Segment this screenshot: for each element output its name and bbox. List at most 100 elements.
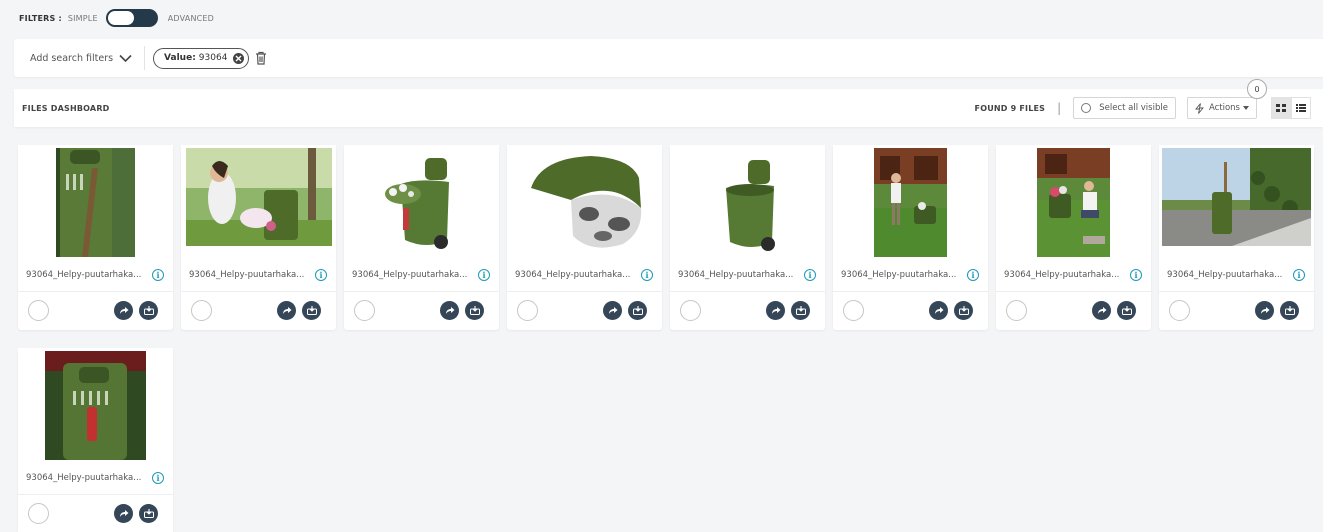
info-icon[interactable]: i <box>804 269 816 281</box>
download-icon[interactable] <box>139 301 158 320</box>
download-icon[interactable] <box>628 301 647 320</box>
info-icon[interactable]: i <box>478 269 490 281</box>
info-icon[interactable]: i <box>1293 269 1305 281</box>
file-thumbnail[interactable] <box>344 145 499 258</box>
advanced-option[interactable]: ADVANCED <box>168 14 214 23</box>
add-search-filters-button[interactable]: Add search filters <box>14 46 146 70</box>
card-footer <box>996 292 1151 330</box>
file-thumbnail[interactable] <box>181 145 336 258</box>
file-name-text: 93064_Helpy-puutarhaka... <box>189 269 305 280</box>
card-footer <box>344 292 499 330</box>
file-thumbnail[interactable] <box>833 145 988 258</box>
separator: | <box>1057 101 1062 115</box>
file-name[interactable]: 93064_Helpy-puutarhaka... i <box>670 258 825 292</box>
download-icon[interactable] <box>791 301 810 320</box>
share-icon[interactable] <box>603 301 622 320</box>
file-card[interactable]: 93064_Helpy-puutarhaka... i <box>18 145 173 330</box>
info-icon[interactable]: i <box>1130 269 1142 281</box>
toggle-knob <box>107 11 134 25</box>
dashboard-title: FILES DASHBOARD <box>22 103 110 113</box>
select-file-checkbox[interactable] <box>191 300 212 321</box>
file-card[interactable]: 93064_Helpy-puutarhaka... i <box>181 145 336 330</box>
chevron-down-icon <box>119 54 132 62</box>
view-toggle <box>1271 97 1311 119</box>
actions-button[interactable]: Actions <box>1186 97 1257 119</box>
share-icon[interactable] <box>114 504 133 523</box>
file-name[interactable]: 93064_Helpy-puutarhaka... i <box>996 258 1151 292</box>
file-card[interactable]: 93064_Helpy-puutarhaka... i <box>1159 145 1314 330</box>
download-icon[interactable] <box>954 301 973 320</box>
file-thumbnail[interactable] <box>507 145 662 258</box>
share-icon[interactable] <box>929 301 948 320</box>
share-icon[interactable] <box>440 301 459 320</box>
share-icon[interactable] <box>1255 301 1274 320</box>
cart-with-flowers-photo <box>377 148 467 254</box>
file-thumbnail[interactable] <box>996 145 1151 258</box>
filter-mode-toggle[interactable] <box>105 9 158 27</box>
select-file-checkbox[interactable] <box>517 300 538 321</box>
caret-down-icon <box>1243 106 1249 110</box>
file-name-text: 93064_Helpy-puutarhaka... <box>26 472 142 483</box>
select-file-checkbox[interactable] <box>843 300 864 321</box>
file-name[interactable]: 93064_Helpy-puutarhaka... i <box>181 258 336 292</box>
file-card[interactable]: 93064_Helpy-puutarhaka... i <box>670 145 825 330</box>
select-file-checkbox[interactable] <box>354 300 375 321</box>
file-name-text: 93064_Helpy-puutarhaka... <box>841 269 957 280</box>
file-name-text: 93064_Helpy-puutarhaka... <box>1167 269 1283 280</box>
select-file-checkbox[interactable] <box>1169 300 1190 321</box>
simple-option[interactable]: SIMPLE <box>68 14 98 23</box>
file-name[interactable]: 93064_Helpy-puutarhaka... i <box>833 258 988 292</box>
file-name[interactable]: 93064_Helpy-puutarhaka... i <box>18 258 173 292</box>
card-footer <box>18 495 173 532</box>
cart-product-photo <box>704 148 790 254</box>
share-icon[interactable] <box>766 301 785 320</box>
select-file-checkbox[interactable] <box>1006 300 1027 321</box>
list-icon <box>1296 104 1306 112</box>
card-footer <box>833 292 988 330</box>
actions-count-badge: 0 <box>1247 79 1267 99</box>
dashboard-tools: FOUND 9 FILES | Select all visible Actio… <box>975 79 1323 119</box>
share-icon[interactable] <box>277 301 296 320</box>
file-card[interactable]: 93064_Helpy-puutarhaka... i <box>344 145 499 330</box>
share-icon[interactable] <box>1092 301 1111 320</box>
list-view-button[interactable] <box>1291 97 1311 119</box>
info-icon[interactable]: i <box>315 269 327 281</box>
remove-chip-icon[interactable] <box>233 52 245 64</box>
file-thumbnail[interactable] <box>18 348 173 461</box>
card-footer <box>18 292 173 330</box>
download-icon[interactable] <box>302 301 321 320</box>
file-name[interactable]: 93064_Helpy-puutarhaka... i <box>18 461 173 495</box>
file-name[interactable]: 93064_Helpy-puutarhaka... i <box>344 258 499 292</box>
info-icon[interactable]: i <box>641 269 653 281</box>
file-card[interactable]: 93064_Helpy-puutarhaka... i <box>996 145 1151 330</box>
download-icon[interactable] <box>1280 301 1299 320</box>
file-card[interactable]: 93064_Helpy-puutarhaka... i <box>18 348 173 532</box>
select-all-visible-button[interactable]: Select all visible <box>1073 97 1176 119</box>
download-icon[interactable] <box>1117 301 1136 320</box>
file-name-text: 93064_Helpy-puutarhaka... <box>515 269 631 280</box>
select-file-checkbox[interactable] <box>28 300 49 321</box>
cart-top-view-photo <box>511 148 658 254</box>
info-icon[interactable]: i <box>152 269 164 281</box>
cart-closeup-photo <box>56 148 135 257</box>
grid-view-button[interactable] <box>1271 97 1291 119</box>
file-name[interactable]: 93064_Helpy-puutarhaka... i <box>1159 258 1314 292</box>
select-file-checkbox[interactable] <box>28 503 49 524</box>
info-icon[interactable]: i <box>152 472 164 484</box>
file-thumbnail[interactable] <box>18 145 173 258</box>
value-filter-chip[interactable]: Value: 93064 <box>153 47 250 69</box>
select-file-checkbox[interactable] <box>680 300 701 321</box>
file-card[interactable]: 93064_Helpy-puutarhaka... i <box>507 145 662 330</box>
file-card[interactable]: 93064_Helpy-puutarhaka... i <box>833 145 988 330</box>
download-icon[interactable] <box>465 301 484 320</box>
file-thumbnail[interactable] <box>1159 145 1314 258</box>
file-name[interactable]: 93064_Helpy-puutarhaka... i <box>507 258 662 292</box>
file-thumbnail[interactable] <box>670 145 825 258</box>
share-icon[interactable] <box>114 301 133 320</box>
grid-icon <box>1276 104 1286 112</box>
filters-label: FILTERS : <box>19 13 62 23</box>
lightning-icon <box>1194 102 1204 114</box>
info-icon[interactable]: i <box>967 269 979 281</box>
trash-icon[interactable] <box>255 51 267 65</box>
download-icon[interactable] <box>139 504 158 523</box>
